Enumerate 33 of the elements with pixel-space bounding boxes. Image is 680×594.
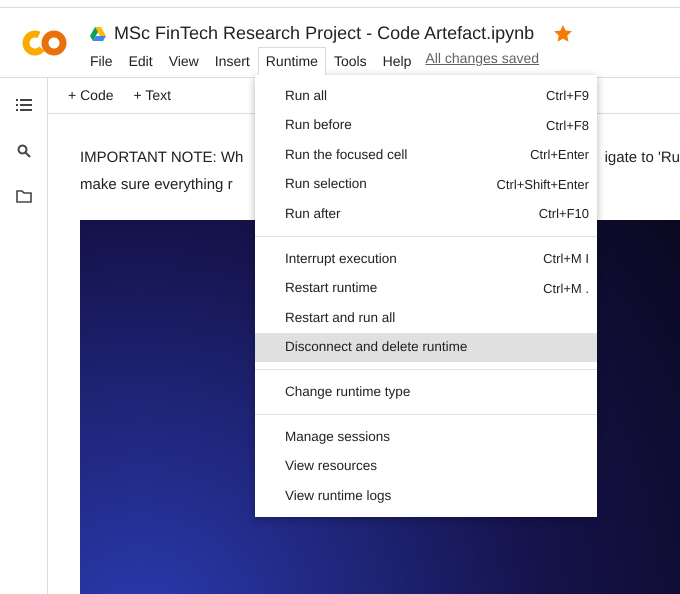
menu-item[interactable]: Change runtime type <box>255 377 597 407</box>
note-text: IMPORTANT NOTE: Wh <box>80 148 244 168</box>
notebook-title[interactable]: MSc FinTech Research Project - Code Artefact.ipynb <box>114 20 534 47</box>
note-text: igate to 'Ru <box>604 148 680 168</box>
menu-bar-item[interactable]: Help <box>374 47 420 75</box>
colab-logo-icon[interactable] <box>22 30 68 56</box>
menu-bar-item[interactable]: Runtime <box>258 47 326 75</box>
toolbar-button[interactable]: + Code <box>68 85 114 106</box>
folder-icon[interactable] <box>16 190 32 203</box>
menu-bar-item[interactable]: View <box>160 47 207 75</box>
menu-item[interactable]: Restart and run all <box>255 303 597 333</box>
menu-item[interactable]: Interrupt execution Ctrl+M I <box>255 244 597 274</box>
menu-item[interactable]: View resources <box>255 452 597 482</box>
menu-item[interactable]: Run the focused cell Ctrl+Enter <box>255 140 597 170</box>
menu-item[interactable]: Manage sessions <box>255 422 597 452</box>
menu-item[interactable]: Run selection Ctrl+Shift+Enter <box>255 170 597 200</box>
note-text: make sure everything r <box>80 176 233 193</box>
menu-bar-item[interactable]: Edit <box>120 47 161 75</box>
menu-item[interactable]: Run all Ctrl+F9 <box>255 81 597 111</box>
menu-bar-item[interactable]: File <box>82 47 121 75</box>
toolbar-button[interactable]: + Text <box>134 85 172 106</box>
menu-bar-item[interactable]: Tools <box>326 47 375 75</box>
table-of-contents-icon[interactable] <box>16 98 32 112</box>
menu-item[interactable]: Run after Ctrl+F10 <box>255 199 597 229</box>
star-icon[interactable] <box>554 25 572 42</box>
menu-item[interactable]: View runtime logs <box>255 481 597 511</box>
menu-item[interactable]: Disconnect and delete runtime <box>255 332 597 362</box>
drive-icon <box>90 26 106 40</box>
save-status-link[interactable]: All changes saved <box>425 48 540 69</box>
search-icon[interactable] <box>16 144 30 158</box>
menu-bar-item[interactable]: Insert <box>206 47 258 75</box>
menu-item[interactable]: Restart runtime Ctrl+M . <box>255 274 597 304</box>
menu-item[interactable]: Run before Ctrl+F8 <box>255 110 597 140</box>
